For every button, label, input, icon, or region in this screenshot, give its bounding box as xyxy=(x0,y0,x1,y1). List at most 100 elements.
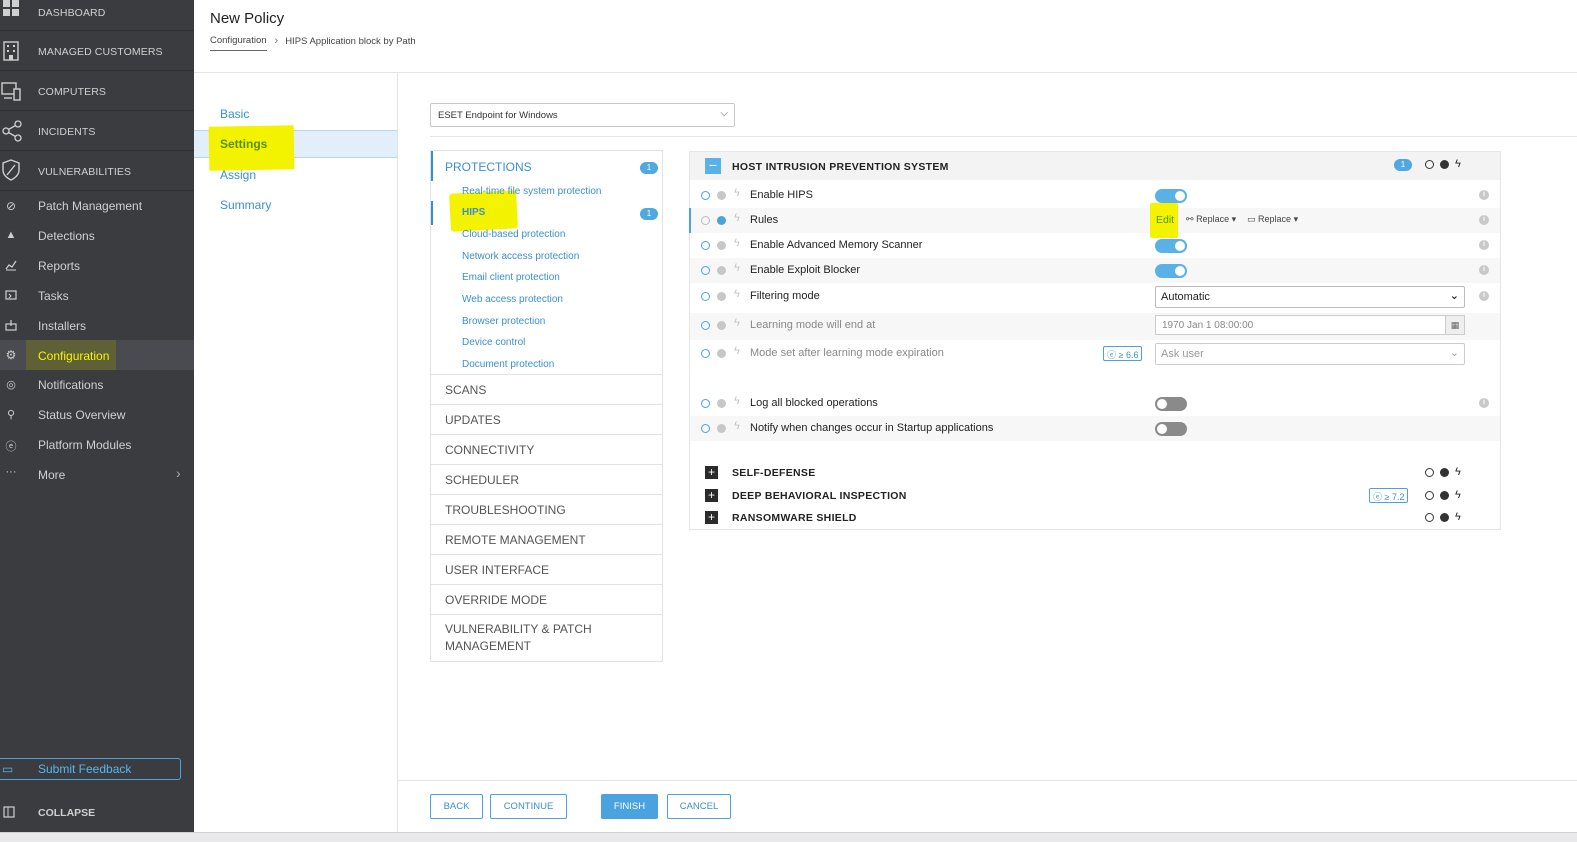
step-summary[interactable]: Summary xyxy=(220,198,271,212)
force-flag-icon[interactable] xyxy=(717,321,726,330)
learning-mode-date-input[interactable]: 1970 Jan 1 08:00:00 ▦ xyxy=(1155,315,1465,335)
nav-configuration[interactable]: ⚙ Configuration xyxy=(0,340,194,370)
nav-reports[interactable]: Reports xyxy=(0,251,194,281)
apply-flag-icon[interactable] xyxy=(701,399,710,408)
force-flag-icon[interactable] xyxy=(717,292,726,301)
category-protections[interactable]: PROTECTIONS xyxy=(445,160,532,174)
log-blocked-toggle[interactable] xyxy=(1155,397,1187,411)
collapse-section-icon[interactable]: − xyxy=(705,158,721,174)
info-icon[interactable]: i xyxy=(1479,240,1489,250)
category-vulnerability-patch[interactable]: VULNERABILITY & PATCH MANAGEMENT xyxy=(431,615,662,663)
subitem-email-client[interactable]: Email client protection xyxy=(462,272,560,283)
nav-tasks[interactable]: Tasks xyxy=(0,281,194,311)
nav-patch-management[interactable]: ⊘ Patch Management xyxy=(0,191,194,221)
apply-flag-icon[interactable] xyxy=(701,292,710,301)
nav-detections[interactable]: ▲ Detections xyxy=(0,221,194,251)
rules-edit-link[interactable]: Edit xyxy=(1156,214,1174,226)
force-flag-icon[interactable] xyxy=(1440,159,1449,169)
subitem-cloud-protection[interactable]: Cloud-based protection xyxy=(462,229,565,240)
product-select[interactable]: ESET Endpoint for Windows ⌵ xyxy=(430,103,735,127)
nav-incidents[interactable]: INCIDENTS xyxy=(0,111,194,151)
subitem-web-access[interactable]: Web access protection xyxy=(462,294,563,305)
step-assign[interactable]: Assign xyxy=(220,168,256,182)
bolt-icon[interactable]: ϟ xyxy=(734,288,740,300)
info-icon[interactable]: i xyxy=(1479,291,1489,301)
collapse-button[interactable]: COLLAPSE xyxy=(0,800,194,828)
apply-flag-icon[interactable] xyxy=(701,191,710,200)
apply-flag-icon[interactable] xyxy=(1425,159,1434,169)
step-settings[interactable]: Settings xyxy=(220,137,267,151)
bolt-icon[interactable]: ϟ xyxy=(734,237,740,249)
subitem-realtime-protection[interactable]: Real-time file system protection xyxy=(462,186,602,197)
bolt-icon[interactable]: ϟ xyxy=(1455,159,1461,170)
category-user-interface[interactable]: USER INTERFACE xyxy=(431,555,662,585)
apply-flag-icon[interactable] xyxy=(701,241,710,250)
bolt-icon[interactable]: ϟ xyxy=(734,187,740,199)
info-icon[interactable]: i xyxy=(1479,190,1489,200)
mode-after-learning-select[interactable]: Ask user ⌄ xyxy=(1155,343,1465,365)
bolt-icon[interactable]: ϟ xyxy=(734,262,740,274)
notify-startup-toggle[interactable] xyxy=(1155,422,1187,436)
info-icon[interactable]: i xyxy=(1479,215,1489,225)
expand-section-icon[interactable]: + xyxy=(705,466,718,479)
cancel-button[interactable]: CANCEL xyxy=(667,794,731,819)
info-icon[interactable]: i xyxy=(1479,398,1489,408)
enable-hips-toggle[interactable] xyxy=(1155,189,1187,203)
nav-vulnerabilities[interactable]: VULNERABILITIES xyxy=(0,151,194,191)
ams-toggle[interactable] xyxy=(1155,239,1187,253)
finish-button[interactable]: FINISH xyxy=(601,794,658,819)
expand-section-icon[interactable]: + xyxy=(705,489,718,502)
force-flag-icon[interactable] xyxy=(717,349,726,358)
bolt-icon[interactable]: ϟ xyxy=(734,212,740,224)
calendar-icon[interactable]: ▦ xyxy=(1445,316,1464,334)
force-flag-icon[interactable] xyxy=(1440,467,1449,477)
step-basic[interactable]: Basic xyxy=(220,107,249,121)
nav-managed-customers[interactable]: MANAGED CUSTOMERS xyxy=(0,31,194,71)
nav-dashboard[interactable]: DASHBOARD xyxy=(0,0,194,31)
apply-flag-icon[interactable] xyxy=(1425,512,1434,522)
force-flag-icon[interactable] xyxy=(717,191,726,200)
info-icon[interactable]: i xyxy=(1479,265,1489,275)
nav-notifications[interactable]: ◎ Notifications xyxy=(0,370,194,400)
bolt-icon[interactable]: ϟ xyxy=(734,317,740,329)
bolt-icon[interactable]: ϟ xyxy=(1455,490,1461,501)
subitem-network-access[interactable]: Network access protection xyxy=(462,251,579,262)
force-flag-icon[interactable] xyxy=(717,216,726,225)
continue-button[interactable]: CONTINUE xyxy=(490,794,567,819)
expand-section-icon[interactable]: + xyxy=(705,511,718,524)
apply-flag-icon[interactable] xyxy=(701,424,710,433)
category-scheduler[interactable]: SCHEDULER xyxy=(431,465,662,495)
exploit-blocker-toggle[interactable] xyxy=(1155,264,1187,278)
section-ransomware-shield[interactable]: + RANSOMWARE SHIELD ϟ xyxy=(690,507,1500,529)
subitem-hips[interactable]: HIPS xyxy=(462,207,485,218)
force-flag-icon[interactable] xyxy=(717,241,726,250)
force-flag-icon[interactable] xyxy=(1440,490,1449,500)
submit-feedback-button[interactable]: ▭ Submit Feedback xyxy=(0,758,181,780)
bolt-icon[interactable]: ϟ xyxy=(734,395,740,407)
replace-dropdown-1[interactable]: ⚯ Replace ▾ xyxy=(1186,214,1236,225)
apply-flag-icon[interactable] xyxy=(701,266,710,275)
category-connectivity[interactable]: CONNECTIVITY xyxy=(431,435,662,465)
category-updates[interactable]: UPDATES xyxy=(431,405,662,435)
nav-platform-modules[interactable]: ⓔ Platform Modules xyxy=(0,430,194,460)
apply-flag-icon[interactable] xyxy=(1425,467,1434,477)
section-self-defense[interactable]: + SELF-DEFENSE ϟ xyxy=(690,462,1500,484)
apply-flag-icon[interactable] xyxy=(701,216,710,225)
apply-flag-icon[interactable] xyxy=(1425,490,1434,500)
nav-installers[interactable]: Installers xyxy=(0,311,194,341)
nav-computers[interactable]: COMPUTERS xyxy=(0,71,194,111)
nav-more[interactable]: ··· More › xyxy=(0,460,194,490)
nav-status-overview[interactable]: ⚲ Status Overview xyxy=(0,400,194,430)
subitem-document-protection[interactable]: Document protection xyxy=(462,359,554,370)
subitem-browser-protection[interactable]: Browser protection xyxy=(462,316,545,327)
force-flag-icon[interactable] xyxy=(717,424,726,433)
category-troubleshooting[interactable]: TROUBLESHOOTING xyxy=(431,495,662,525)
filtering-mode-select[interactable]: Automatic ⌄ xyxy=(1155,286,1465,308)
bolt-icon[interactable]: ϟ xyxy=(1455,512,1461,523)
apply-flag-icon[interactable] xyxy=(701,349,710,358)
bolt-icon[interactable]: ϟ xyxy=(1455,467,1461,478)
section-deep-behavioral-inspection[interactable]: + DEEP BEHAVIORAL INSPECTION ⓔ ≥ 7.2 ϟ xyxy=(690,485,1500,507)
bolt-icon[interactable]: ϟ xyxy=(734,345,740,357)
back-button[interactable]: BACK xyxy=(430,794,483,819)
replace-dropdown-2[interactable]: ▭ Replace ▾ xyxy=(1247,214,1298,225)
